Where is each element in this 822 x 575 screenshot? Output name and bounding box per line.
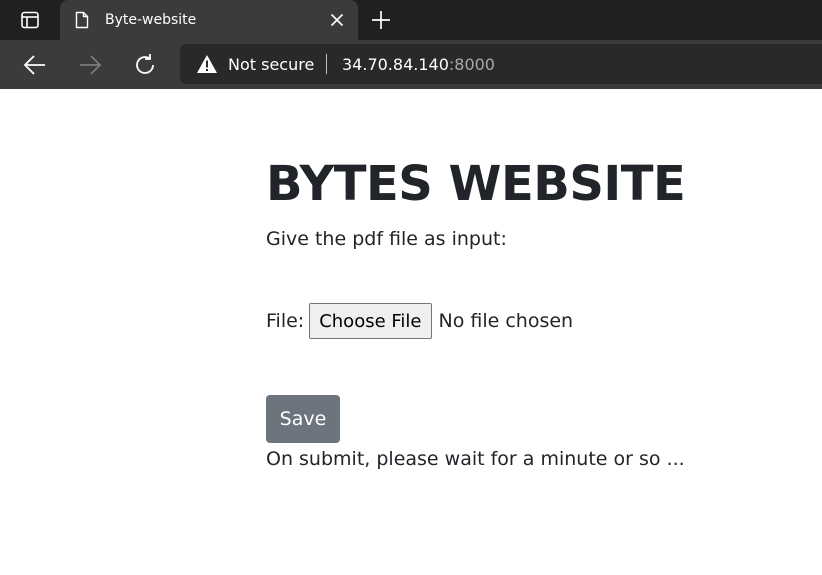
arrow-right-icon xyxy=(80,55,102,75)
file-status: No file chosen xyxy=(438,310,574,332)
save-button[interactable]: Save xyxy=(266,395,340,443)
choose-file-button[interactable]: Choose File xyxy=(309,303,432,339)
new-tab-button[interactable] xyxy=(370,9,392,31)
file-input-row: File: Choose File No file chosen xyxy=(266,303,573,339)
forward-button[interactable] xyxy=(77,52,103,78)
url-text[interactable]: 34.70.84.140:8000 xyxy=(342,55,495,75)
tab-close-button[interactable] xyxy=(329,12,345,28)
warning-triangle-icon xyxy=(197,55,217,73)
submit-note: On submit, please wait for a minute or s… xyxy=(266,448,685,470)
arrow-left-icon xyxy=(23,55,45,75)
reload-icon xyxy=(136,54,154,74)
close-icon xyxy=(330,13,344,27)
security-status[interactable]: Not secure xyxy=(228,55,314,75)
url-host: 34.70.84.140 xyxy=(342,55,449,74)
reload-button[interactable] xyxy=(132,52,158,78)
browser-tab[interactable]: Byte-website xyxy=(60,0,358,40)
tab-actions-icon xyxy=(21,11,39,29)
file-label: File: xyxy=(266,310,305,332)
page-title: BYTES WEBSITE xyxy=(266,156,686,212)
page-icon xyxy=(75,11,89,29)
upload-instructions: Give the pdf file as input: xyxy=(266,228,507,250)
tab-title: Byte-website xyxy=(105,12,197,28)
tab-actions-button[interactable] xyxy=(10,8,50,32)
browser-tab-bar: Byte-website xyxy=(0,0,822,40)
plus-icon xyxy=(372,11,390,29)
address-bar[interactable]: Not secure 34.70.84.140:8000 xyxy=(180,44,822,84)
url-port: :8000 xyxy=(448,55,495,74)
back-button[interactable] xyxy=(22,52,48,78)
browser-toolbar: Not secure 34.70.84.140:8000 xyxy=(0,40,822,89)
address-divider xyxy=(326,54,327,74)
